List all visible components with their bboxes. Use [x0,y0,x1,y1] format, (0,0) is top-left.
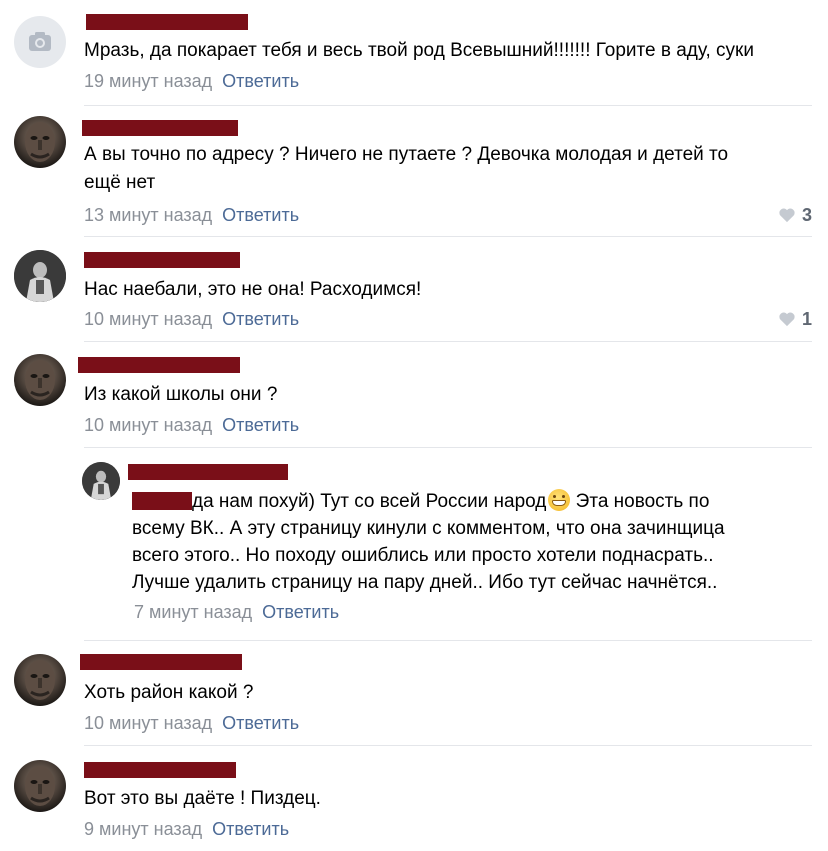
comment-text: Нас наебали, это не она! Расходимся! [84,279,422,300]
author-name-redacted[interactable] [82,120,238,136]
comment-time[interactable]: 10 минут назад [84,713,212,733]
heart-icon [779,208,795,223]
comments-feed: Мразь, да покарает тебя и весь твой род … [0,0,828,851]
avatar-photo [25,360,55,400]
author-name-redacted[interactable] [78,357,240,373]
author-name-redacted[interactable] [80,654,242,670]
comment-item: Из какой школы они ? 10 минут назад Ответ… [0,354,828,446]
comment-text: Хоть район какой ? [84,682,254,703]
divider [84,341,812,342]
comment-meta: 13 минут назад Ответить [84,204,299,226]
avatar-photo [25,660,55,700]
avatar[interactable] [82,462,120,500]
divider [84,447,812,448]
comment-time[interactable]: 13 минут назад [84,205,212,225]
avatar-photo [25,122,55,162]
comment-text: Из какой школы они ? [84,384,278,405]
reply-link[interactable]: Ответить [222,713,299,733]
comment-text-line-3: всего этого.. Но походу ошиблись или про… [132,545,714,566]
avatar[interactable] [14,116,66,168]
author-name-redacted[interactable] [86,14,248,30]
comment-item: Нас наебали, это не она! Расходимся! 10 … [0,250,828,340]
reply-link[interactable]: Ответить [212,819,289,839]
comment-text-line-4: Лучше удалить страницу на пару дней.. Иб… [132,572,718,593]
comment-item: Хоть район какой ? 10 минут назад Ответит… [0,652,828,744]
reply-link[interactable]: Ответить [222,205,299,225]
comment-time[interactable]: 10 минут назад [84,415,212,435]
avatar[interactable] [14,16,66,68]
like-button[interactable]: 3 [778,204,812,226]
divider [84,105,812,106]
comment-meta: 10 минут назад Ответить [84,308,299,330]
author-name-redacted[interactable] [84,762,236,778]
like-button[interactable]: 1 [778,308,812,330]
reply-link[interactable]: Ответить [222,71,299,91]
comment-meta: 19 минут назад Ответить [84,70,299,92]
reply-link[interactable]: Ответить [262,602,339,622]
comment-text-line-2: всему ВК.. А эту страницу кинули с комме… [132,518,725,539]
like-count: 3 [801,205,812,225]
camera-icon [29,32,51,51]
comment-item: А вы точно по адресу ? Ничего не путаете… [0,116,828,234]
divider [84,745,812,746]
reply-comment-item: да нам похуй) Тут со всей России народ Э… [0,462,828,630]
comment-meta: 10 минут назад Ответить [84,414,299,436]
avatar[interactable] [14,760,66,812]
reply-link[interactable]: Ответить [222,415,299,435]
comment-meta: 7 минут назад Ответить [134,601,339,623]
comment-text-line-1: да нам похуй) Тут со всей России народ Э… [132,489,709,515]
like-count: 1 [801,309,812,329]
comment-time[interactable]: 9 минут назад [84,819,202,839]
mention-redacted[interactable] [132,492,192,510]
comment-meta: 10 минут назад Ответить [84,712,299,734]
author-name-redacted[interactable] [128,464,288,480]
avatar-photo [14,250,66,302]
comment-item: Мразь, да покарает тебя и весь твой род … [0,14,828,104]
reply-link[interactable]: Ответить [222,309,299,329]
comment-text: Вот это вы даёте ! Пиздец. [84,788,321,809]
divider [84,640,812,641]
heart-icon [779,312,795,327]
comment-time[interactable]: 19 минут назад [84,71,212,91]
avatar-photo [82,462,120,500]
comment-time[interactable]: 10 минут назад [84,309,212,329]
divider [84,236,812,237]
comment-time[interactable]: 7 минут назад [134,602,252,622]
avatar[interactable] [14,250,66,302]
comment-text-line-1: А вы точно по адресу ? Ничего не путаете… [84,144,729,165]
comment-meta: 9 минут назад Ответить [84,818,289,840]
comment-text-line-2: ещё нет [84,172,156,193]
comment-text: Мразь, да покарает тебя и весь твой род … [84,40,754,61]
comment-item: Вот это вы даёте ! Пиздец. 9 минут назад… [0,758,828,848]
avatar-photo [25,766,55,806]
avatar[interactable] [14,354,66,406]
grinning-emoji-icon [548,489,571,511]
avatar[interactable] [14,654,66,706]
author-name-redacted[interactable] [84,252,240,268]
